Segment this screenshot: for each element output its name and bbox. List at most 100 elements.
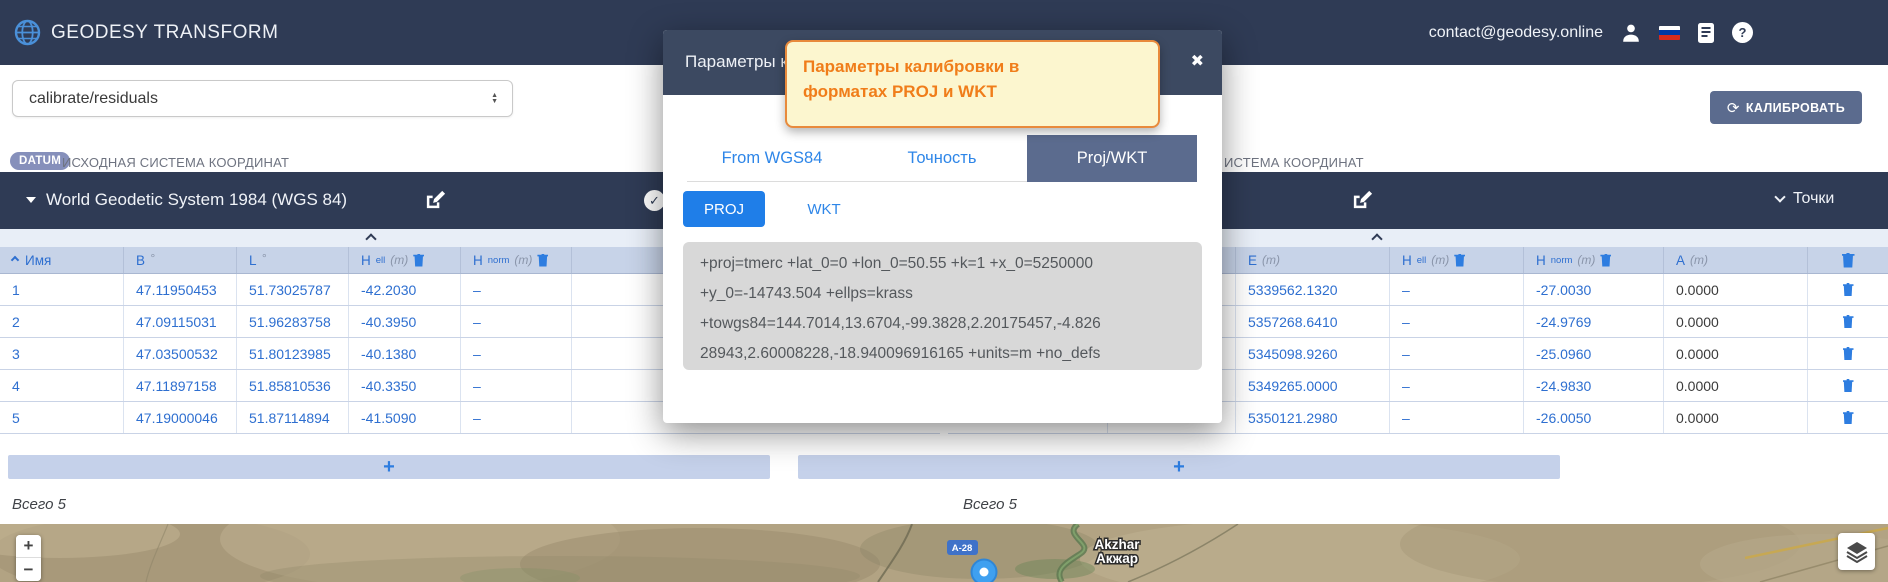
delete-column-icon[interactable]	[537, 254, 548, 267]
place-label-en: Akzhar	[1094, 537, 1140, 552]
point-value[interactable]: -41.5090	[349, 402, 461, 433]
point-hell[interactable]: –	[1390, 338, 1524, 369]
journal-icon[interactable]	[1697, 22, 1715, 44]
collapse-up-icon	[1371, 233, 1382, 244]
crs-dropdown-caret-icon[interactable]	[26, 197, 36, 203]
point-hnorm[interactable]: -27.0030	[1524, 274, 1664, 305]
point-hnorm[interactable]: -26.0050	[1524, 402, 1664, 433]
proj-string-line: +proj=tmerc +lat_0=0 +lon_0=50.55 +k=1 +…	[700, 249, 1185, 279]
delete-row-icon[interactable]	[1843, 411, 1854, 424]
point-hell[interactable]: –	[1390, 274, 1524, 305]
point-value[interactable]: -40.3950	[349, 306, 461, 337]
delete-column-icon[interactable]	[1842, 253, 1855, 268]
point-value[interactable]: 1	[0, 274, 124, 305]
target-total-label: Всего 5	[963, 496, 1017, 513]
point-value[interactable]: –	[461, 370, 572, 401]
point-value[interactable]: 51.87114894	[237, 402, 349, 433]
crs-valid-check-icon[interactable]: ✓	[644, 190, 665, 211]
close-icon[interactable]: ✖	[1191, 51, 1204, 71]
column-header-H: Hell(m)	[1390, 247, 1524, 273]
point-value[interactable]: 5	[0, 402, 124, 433]
subtab-proj[interactable]: PROJ	[683, 191, 765, 227]
tab-proj-wkt[interactable]: Proj/WKT	[1027, 135, 1197, 182]
delete-row-icon[interactable]	[1843, 283, 1854, 296]
point-e[interactable]: 5345098.9260	[1236, 338, 1390, 369]
point-a[interactable]: 0.0000	[1664, 402, 1808, 433]
point-e[interactable]: 5339562.1320	[1236, 274, 1390, 305]
proj-string-box[interactable]: +proj=tmerc +lat_0=0 +lon_0=50.55 +k=1 +…	[683, 242, 1202, 370]
point-value[interactable]: 4	[0, 370, 124, 401]
point-value[interactable]: –	[461, 402, 572, 433]
map-canvas[interactable]: A-28 Akzhar Акжар	[0, 524, 1888, 582]
column-header	[1808, 247, 1888, 273]
point-value[interactable]: 51.73025787	[237, 274, 349, 305]
point-e[interactable]: 5357268.6410	[1236, 306, 1390, 337]
point-value[interactable]: 51.85810536	[237, 370, 349, 401]
point-value[interactable]: 3	[0, 338, 124, 369]
proj-string-line: 28943,2.60008228,-18.940096916165 +units…	[700, 339, 1185, 369]
point-value[interactable]: –	[461, 274, 572, 305]
point-e[interactable]: 5349265.0000	[1236, 370, 1390, 401]
point-value[interactable]: 47.09115031	[124, 306, 237, 337]
point-a[interactable]: 0.0000	[1664, 274, 1808, 305]
point-a[interactable]: 0.0000	[1664, 370, 1808, 401]
point-hnorm[interactable]: -25.0960	[1524, 338, 1664, 369]
delete-cell	[1808, 402, 1888, 433]
point-hell[interactable]: –	[1390, 402, 1524, 433]
zoom-in-button[interactable]: +	[16, 535, 41, 558]
tab-точность[interactable]: Точность	[857, 135, 1027, 182]
add-point-button[interactable]: +	[8, 455, 770, 479]
language-flag-ru-icon[interactable]	[1659, 26, 1680, 40]
help-icon[interactable]: ?	[1732, 22, 1753, 43]
tab-from-wgs84[interactable]: From WGS84	[687, 135, 857, 182]
point-a[interactable]: 0.0000	[1664, 338, 1808, 369]
points-toggle[interactable]: Точки	[1776, 190, 1834, 208]
mode-select[interactable]: calibrate/residuals ▲▼	[12, 80, 513, 117]
column-header-E: E(m)	[1236, 247, 1390, 273]
brand-title: GEODESY TRANSFORM	[51, 22, 278, 44]
navbar-right: contact@geodesy.online ?	[1429, 0, 1753, 65]
point-value[interactable]: 47.11950453	[124, 274, 237, 305]
calibrate-button[interactable]: ⟳ КАЛИБРОВАТЬ	[1710, 91, 1862, 124]
point-value[interactable]: -40.1380	[349, 338, 461, 369]
point-hell[interactable]: –	[1390, 306, 1524, 337]
point-value[interactable]: 2	[0, 306, 124, 337]
zoom-out-button[interactable]: −	[16, 558, 41, 581]
point-a[interactable]: 0.0000	[1664, 306, 1808, 337]
user-icon[interactable]	[1620, 22, 1642, 44]
point-hell[interactable]: –	[1390, 370, 1524, 401]
column-header-Имя[interactable]: Имя	[0, 247, 124, 273]
delete-cell	[1808, 370, 1888, 401]
point-hnorm[interactable]: -24.9769	[1524, 306, 1664, 337]
point-value[interactable]: 47.19000046	[124, 402, 237, 433]
point-value[interactable]: –	[461, 306, 572, 337]
point-value[interactable]: 47.03500532	[124, 338, 237, 369]
edit-crs-icon[interactable]	[1351, 188, 1374, 211]
delete-row-icon[interactable]	[1843, 315, 1854, 328]
point-value[interactable]: -42.2030	[349, 274, 461, 305]
source-crs-name[interactable]: World Geodetic System 1984 (WGS 84)	[46, 190, 347, 210]
delete-row-icon[interactable]	[1843, 379, 1854, 392]
map-marker[interactable]	[972, 560, 997, 582]
point-hnorm[interactable]: -24.9830	[1524, 370, 1664, 401]
edit-crs-icon[interactable]	[424, 188, 447, 211]
tooltip-text-line: Параметры калибровки в	[803, 54, 1142, 79]
mode-select-value: calibrate/residuals	[29, 90, 491, 108]
delete-row-icon[interactable]	[1843, 347, 1854, 360]
point-value[interactable]: –	[461, 338, 572, 369]
point-e[interactable]: 5350121.2980	[1236, 402, 1390, 433]
subtab-wkt[interactable]: WKT	[783, 191, 865, 227]
delete-column-icon[interactable]	[1600, 254, 1611, 267]
column-header-A: A(m)	[1664, 247, 1808, 273]
point-value[interactable]: 51.96283758	[237, 306, 349, 337]
point-value[interactable]: -40.3350	[349, 370, 461, 401]
add-point-button[interactable]: +	[798, 455, 1560, 479]
chevron-down-icon	[1774, 191, 1785, 202]
point-value[interactable]: 51.80123985	[237, 338, 349, 369]
globe-icon	[14, 19, 41, 46]
account-email[interactable]: contact@geodesy.online	[1429, 24, 1603, 42]
map-layers-button[interactable]	[1838, 533, 1875, 570]
delete-column-icon[interactable]	[413, 254, 424, 267]
delete-column-icon[interactable]	[1454, 254, 1465, 267]
point-value[interactable]: 47.11897158	[124, 370, 237, 401]
